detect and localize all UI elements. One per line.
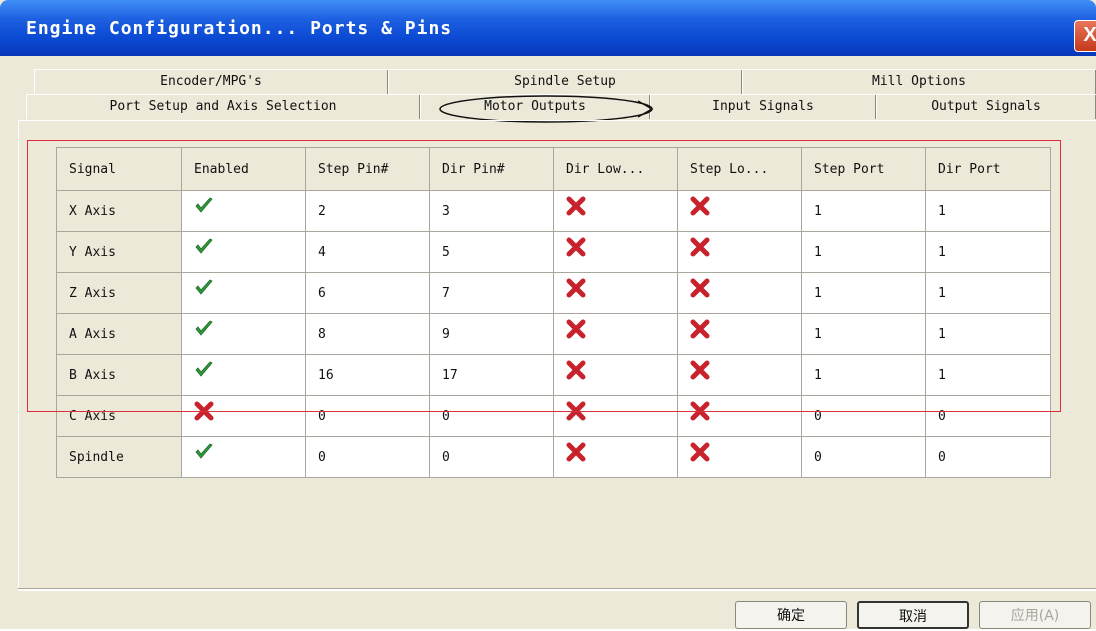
dir-low-cell-cross-icon[interactable] xyxy=(553,272,678,314)
dir-pin-cell[interactable]: 7 xyxy=(429,272,554,314)
table-row[interactable]: B Axis 16 17 1 1 xyxy=(56,354,1051,396)
signal-cell[interactable]: Z Axis xyxy=(56,272,182,314)
step-port-cell[interactable]: 1 xyxy=(801,313,926,355)
dir-low-cell-cross-icon[interactable] xyxy=(553,436,678,478)
table-row[interactable]: Spindle 0 0 0 0 xyxy=(56,436,1051,478)
step-low-cell-cross-icon[interactable] xyxy=(677,313,802,355)
bottom-separator xyxy=(18,588,1096,591)
dir-port-cell[interactable]: 1 xyxy=(925,313,1051,355)
signal-cell[interactable]: B Axis xyxy=(56,354,182,396)
signal-cell[interactable]: Y Axis xyxy=(56,231,182,273)
dir-low-cell-cross-icon[interactable] xyxy=(553,231,678,273)
apply-button[interactable]: 应用(A) xyxy=(979,601,1091,629)
motor-outputs-table: Signal Enabled Step Pin# Dir Pin# Dir Lo… xyxy=(56,147,1051,478)
dialog-window: Engine Configuration... Ports & Pins X E… xyxy=(0,0,1096,629)
step-low-cell-cross-icon[interactable] xyxy=(677,436,802,478)
step-pin-cell[interactable]: 0 xyxy=(305,436,430,478)
dir-port-cell[interactable]: 1 xyxy=(925,190,1051,232)
dir-pin-cell[interactable]: 5 xyxy=(429,231,554,273)
dir-low-cell-cross-icon[interactable] xyxy=(553,190,678,232)
tab-encoder-mpg[interactable]: Encoder/MPG's xyxy=(34,70,388,94)
step-pin-cell[interactable]: 8 xyxy=(305,313,430,355)
table-row[interactable]: Y Axis 4 5 1 1 xyxy=(56,231,1051,273)
close-button[interactable]: X xyxy=(1074,20,1096,52)
column-header-step-pin[interactable]: Step Pin# xyxy=(305,147,430,191)
step-pin-cell[interactable]: 4 xyxy=(305,231,430,273)
step-low-cell-cross-icon[interactable] xyxy=(677,190,802,232)
dir-low-cell-cross-icon[interactable] xyxy=(553,354,678,396)
signal-cell[interactable]: C Axis xyxy=(56,395,182,437)
enabled-cell-cross-icon[interactable] xyxy=(181,395,306,437)
table-row[interactable]: Z Axis 6 7 1 1 xyxy=(56,272,1051,314)
tab-motor-outputs[interactable]: Motor Outputs xyxy=(420,95,650,119)
enabled-cell-check-icon[interactable] xyxy=(181,190,306,232)
step-port-cell[interactable]: 0 xyxy=(801,395,926,437)
enabled-cell-check-icon[interactable] xyxy=(181,354,306,396)
step-pin-cell[interactable]: 2 xyxy=(305,190,430,232)
signal-cell[interactable]: Spindle xyxy=(56,436,182,478)
step-low-cell-cross-icon[interactable] xyxy=(677,272,802,314)
enabled-cell-check-icon[interactable] xyxy=(181,272,306,314)
enabled-cell-check-icon[interactable] xyxy=(181,313,306,355)
dir-port-cell[interactable]: 1 xyxy=(925,272,1051,314)
step-port-cell[interactable]: 1 xyxy=(801,231,926,273)
dir-pin-cell[interactable]: 0 xyxy=(429,436,554,478)
table-body: X Axis 2 3 1 1 Y Axis 4 5 1 1 Z Axis 6 7 1 1 A Axis 8 9 1 1… xyxy=(56,190,1051,478)
table-row[interactable]: C Axis 0 0 0 0 xyxy=(56,395,1051,437)
cancel-button[interactable]: 取消 xyxy=(857,601,969,629)
step-pin-cell[interactable]: 6 xyxy=(305,272,430,314)
enabled-cell-check-icon[interactable] xyxy=(181,231,306,273)
table-row[interactable]: X Axis 2 3 1 1 xyxy=(56,190,1051,232)
dir-port-cell[interactable]: 0 xyxy=(925,395,1051,437)
step-low-cell-cross-icon[interactable] xyxy=(677,395,802,437)
dir-low-cell-cross-icon[interactable] xyxy=(553,395,678,437)
dir-port-cell[interactable]: 1 xyxy=(925,231,1051,273)
title-bar[interactable]: Engine Configuration... Ports & Pins X xyxy=(0,0,1096,56)
ok-button[interactable]: 确定 xyxy=(735,601,847,629)
dir-pin-cell[interactable]: 0 xyxy=(429,395,554,437)
column-header-dir-low[interactable]: Dir Low... xyxy=(553,147,678,191)
tab-row-bottom: Port Setup and Axis Selection Motor Outp… xyxy=(26,94,1096,119)
table-row[interactable]: A Axis 8 9 1 1 xyxy=(56,313,1051,355)
step-port-cell[interactable]: 1 xyxy=(801,272,926,314)
column-header-signal[interactable]: Signal xyxy=(56,147,182,191)
dir-pin-cell[interactable]: 9 xyxy=(429,313,554,355)
dir-pin-cell[interactable]: 17 xyxy=(429,354,554,396)
column-header-enabled[interactable]: Enabled xyxy=(181,147,306,191)
dir-port-cell[interactable]: 0 xyxy=(925,436,1051,478)
step-pin-cell[interactable]: 16 xyxy=(305,354,430,396)
tab-mill-options[interactable]: Mill Options xyxy=(742,70,1096,94)
column-header-step-low[interactable]: Step Lo... xyxy=(677,147,802,191)
dir-port-cell[interactable]: 1 xyxy=(925,354,1051,396)
dir-pin-cell[interactable]: 3 xyxy=(429,190,554,232)
tab-input-signals[interactable]: Input Signals xyxy=(650,95,876,119)
step-port-cell[interactable]: 1 xyxy=(801,354,926,396)
column-header-dir-pin[interactable]: Dir Pin# xyxy=(429,147,554,191)
signal-cell[interactable]: A Axis xyxy=(56,313,182,355)
signal-cell[interactable]: X Axis xyxy=(56,190,182,232)
dir-low-cell-cross-icon[interactable] xyxy=(553,313,678,355)
table-header-row: Signal Enabled Step Pin# Dir Pin# Dir Lo… xyxy=(56,147,1051,191)
step-port-cell[interactable]: 0 xyxy=(801,436,926,478)
step-pin-cell[interactable]: 0 xyxy=(305,395,430,437)
step-port-cell[interactable]: 1 xyxy=(801,190,926,232)
step-low-cell-cross-icon[interactable] xyxy=(677,231,802,273)
column-header-step-port[interactable]: Step Port xyxy=(801,147,926,191)
window-title: Engine Configuration... Ports & Pins xyxy=(26,18,453,39)
enabled-cell-check-icon[interactable] xyxy=(181,436,306,478)
tab-port-setup[interactable]: Port Setup and Axis Selection xyxy=(26,95,420,119)
tab-output-signals[interactable]: Output Signals xyxy=(876,95,1096,119)
step-low-cell-cross-icon[interactable] xyxy=(677,354,802,396)
tab-spindle-setup[interactable]: Spindle Setup xyxy=(388,70,742,94)
tab-row-top: Encoder/MPG's Spindle Setup Mill Options xyxy=(34,69,1096,94)
column-header-dir-port[interactable]: Dir Port xyxy=(925,147,1051,191)
